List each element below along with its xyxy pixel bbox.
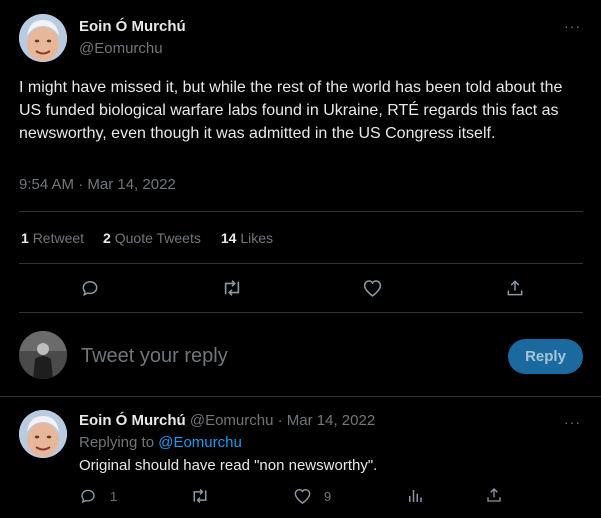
avatar-image <box>19 14 67 62</box>
reply-header: Eoin Ó Murchú @Eomurchu · Mar 14, 2022 <box>79 412 375 429</box>
quotes-count: 2 <box>103 230 111 246</box>
reply-author-handle[interactable]: @Eomurchu <box>190 412 274 429</box>
like-icon[interactable] <box>362 278 383 298</box>
author-handle[interactable]: @Eomurchu <box>79 40 163 57</box>
reply-avatar-image <box>19 410 67 458</box>
quotes-label: Quote Tweets <box>114 230 201 246</box>
author-name[interactable]: Eoin Ó Murchú <box>79 18 186 35</box>
reply-text: Original should have read "non newsworth… <box>79 457 378 474</box>
tweet-text: I might have missed it, but while the re… <box>19 79 563 142</box>
reply-author-avatar[interactable] <box>19 410 67 458</box>
share-icon[interactable] <box>485 486 503 504</box>
likes-stat[interactable]: 14 Likes <box>221 230 273 246</box>
reply-separator: · <box>277 412 283 429</box>
divider <box>19 263 583 264</box>
retweets-stat[interactable]: 1 Retweet <box>21 230 84 246</box>
retweet-icon[interactable] <box>221 278 243 298</box>
reply-count: 1 <box>110 489 118 504</box>
user-avatar-image <box>19 331 67 379</box>
reply-date[interactable]: Mar 14, 2022 <box>287 412 375 429</box>
reply-icon[interactable] <box>80 278 100 298</box>
retweets-label: Retweet <box>32 230 85 246</box>
reply-icon[interactable] <box>79 487 97 505</box>
likes-count: 14 <box>220 230 237 246</box>
divider <box>19 312 583 313</box>
reply-input[interactable]: Tweet your reply <box>81 345 481 368</box>
more-icon[interactable]: ··· <box>564 18 581 34</box>
divider <box>19 211 583 212</box>
replying-to-label: Replying to <box>79 434 155 451</box>
author-avatar[interactable] <box>19 14 67 62</box>
tweet-timestamp[interactable]: 9:54 AM · Mar 14, 2022 <box>19 176 176 193</box>
likes-label: Likes <box>240 230 274 246</box>
reply-more-icon[interactable]: ··· <box>564 414 581 430</box>
analytics-icon[interactable] <box>406 487 424 505</box>
divider <box>0 396 601 397</box>
reply-author-name[interactable]: Eoin Ó Murchú <box>79 412 186 429</box>
stats-row: 1 Retweet 2 Quote Tweets 14 Likes <box>21 230 273 246</box>
retweet-icon[interactable] <box>190 487 210 505</box>
like-count: 9 <box>324 489 332 504</box>
user-avatar[interactable] <box>19 331 67 379</box>
share-icon[interactable] <box>505 278 525 298</box>
quotes-stat[interactable]: 2 Quote Tweets <box>103 230 201 246</box>
like-icon[interactable] <box>293 487 312 505</box>
retweets-count: 1 <box>21 230 29 246</box>
replying-to-link[interactable]: @Eomurchu <box>158 434 242 451</box>
replying-to: Replying to @Eomurchu <box>79 434 242 451</box>
reply-button[interactable]: Reply <box>508 339 583 374</box>
